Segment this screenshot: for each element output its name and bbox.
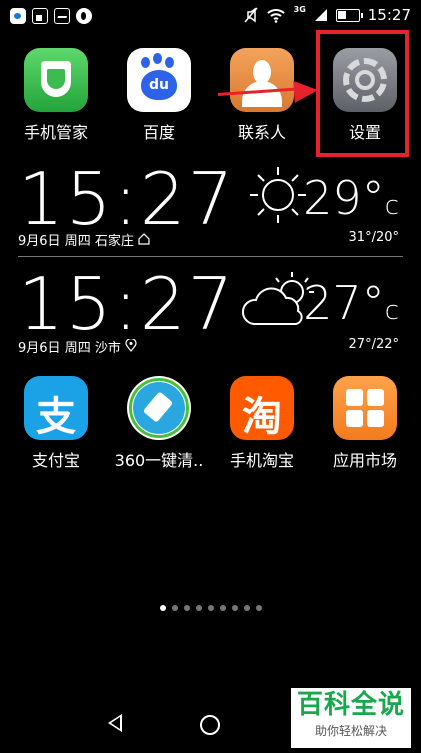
- location-pin-icon: [125, 337, 137, 352]
- contacts-icon: [230, 48, 294, 112]
- temperature-value: 27°: [303, 276, 385, 330]
- alipay-logo-text: 支: [36, 394, 76, 440]
- app-label: 360一键清..: [114, 451, 204, 470]
- app-label: 联系人: [237, 123, 286, 142]
- temperature-unit: c: [384, 296, 399, 326]
- city-text: 石家庄: [94, 234, 134, 249]
- page-dot[interactable]: [207, 605, 214, 611]
- battery-notification-icon: [32, 8, 48, 24]
- baidu-paw-icon: du: [127, 48, 191, 112]
- sun-icon: [250, 167, 306, 223]
- paw-notification-icon: [10, 8, 26, 24]
- back-icon[interactable]: [108, 714, 122, 732]
- temperature: 27°c: [303, 280, 399, 334]
- app-market-icon: [333, 376, 397, 440]
- date-location-line: 9月6日 周四 石家庄: [18, 230, 150, 249]
- temperature-value: 29°: [303, 171, 385, 225]
- clock-time: 15:27: [18, 262, 236, 346]
- system-icons: 3G 15:27: [244, 4, 411, 24]
- signal-icon: [314, 9, 327, 21]
- app-phone-manager[interactable]: 手机管家: [6, 48, 106, 143]
- app-market[interactable]: 应用市场: [315, 376, 415, 471]
- baidu-logo-text: du: [149, 77, 169, 93]
- page-dot[interactable]: [183, 605, 190, 611]
- page-dot[interactable]: [243, 605, 250, 611]
- home-icon[interactable]: [200, 715, 220, 735]
- page-dot[interactable]: [195, 605, 202, 611]
- app-label: 百度: [142, 123, 175, 142]
- app-label: 支付宝: [31, 451, 80, 470]
- app-label: 手机淘宝: [229, 451, 294, 470]
- date-location-line: 9月6日 周四 沙市: [18, 337, 137, 356]
- page-dot[interactable]: [219, 605, 226, 611]
- wifi-icon: [266, 9, 285, 23]
- date-text: 9月6日: [18, 234, 61, 249]
- temperature: 29°c: [303, 175, 399, 229]
- weekday-text: 周四: [64, 234, 91, 249]
- taobao-icon: 淘: [230, 376, 294, 440]
- page-indicator[interactable]: [0, 596, 421, 615]
- page-dot[interactable]: [171, 605, 178, 611]
- widget-divider: [18, 256, 403, 257]
- temperature-range: 27°/22°: [348, 337, 399, 352]
- watermark: 百科全说 助你轻松解决: [291, 688, 411, 748]
- battery-icon: [335, 8, 363, 22]
- watermark-subtitle: 助你轻松解决: [314, 724, 387, 738]
- watermark-title: 百科全说: [296, 690, 405, 720]
- image-notification-icon: [54, 8, 70, 24]
- broom-icon: [127, 376, 191, 440]
- temperature-range: 31°/20°: [348, 230, 399, 245]
- clock-time: 15:27: [18, 157, 236, 241]
- alipay-icon: 支: [24, 376, 88, 440]
- date-text: 9月6日: [18, 341, 61, 356]
- weather-widget-1[interactable]: 15:27 9月6日 周四 石家庄 29°c 31°/20°: [18, 163, 403, 253]
- status-time: 15:27: [367, 6, 411, 24]
- page-dot[interactable]: [255, 605, 262, 611]
- network-type: 3G: [293, 4, 306, 14]
- mute-icon: [244, 7, 258, 23]
- weekday-text: 周四: [64, 341, 91, 356]
- app-taobao[interactable]: 淘 手机淘宝: [212, 376, 312, 471]
- app-notification-icon: [76, 8, 92, 24]
- temperature-unit: c: [384, 191, 399, 221]
- app-label: 手机管家: [23, 123, 88, 142]
- app-baidu[interactable]: du 百度: [109, 48, 209, 143]
- app-label: 应用市场: [332, 451, 397, 470]
- annotation-arrow-icon: [293, 79, 319, 103]
- weather-widget-2[interactable]: 15:27 9月6日 周四 沙市 27°c 27°/22°: [18, 268, 403, 358]
- city-text: 沙市: [94, 341, 121, 356]
- taobao-logo-text: 淘: [242, 394, 282, 440]
- page-dot[interactable]: [159, 605, 166, 611]
- app-alipay[interactable]: 支 支付宝: [6, 376, 106, 471]
- app-360-cleaner[interactable]: 360一键清..: [109, 376, 209, 471]
- notification-icons: [10, 8, 92, 24]
- page-dot[interactable]: [231, 605, 238, 611]
- shield-icon: [24, 48, 88, 112]
- settings-highlight-box: [316, 30, 409, 157]
- status-bar: 3G 15:27: [0, 0, 421, 34]
- home-icon: [138, 233, 150, 245]
